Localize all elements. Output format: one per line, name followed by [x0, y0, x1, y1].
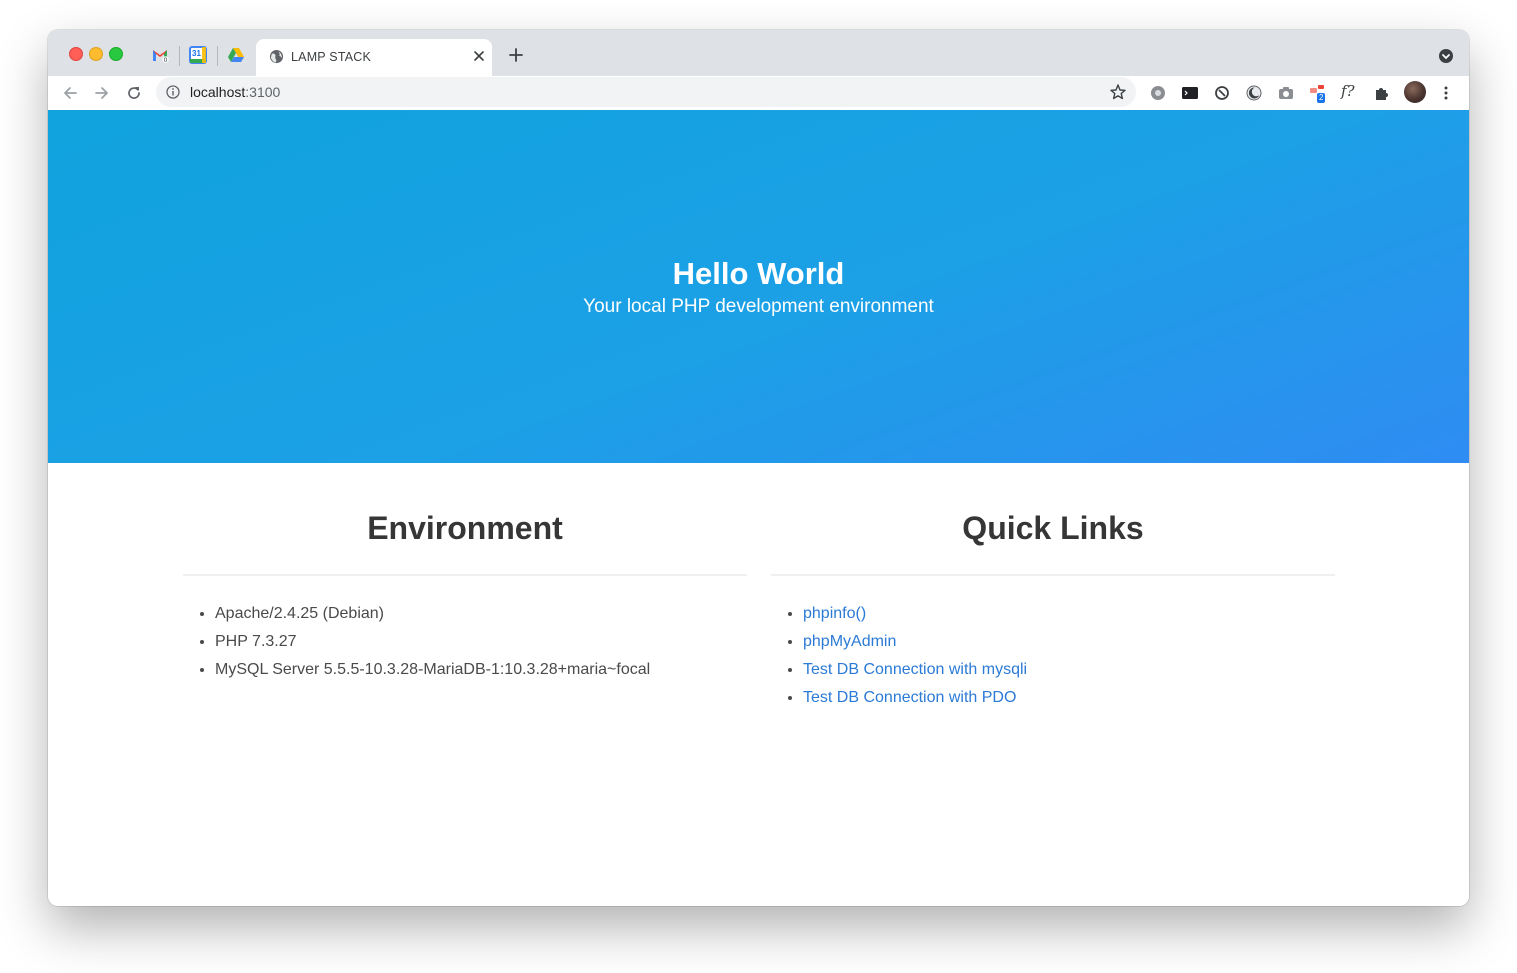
quick-links-list: phpinfo() phpMyAdmin Test DB Connection …	[771, 600, 1335, 712]
site-info-icon[interactable]	[166, 85, 180, 99]
tab-lamp-stack[interactable]: LAMP STACK	[256, 39, 492, 76]
environment-divider	[183, 574, 747, 576]
url-port: :3100	[245, 84, 281, 100]
tab-separator	[217, 46, 218, 66]
reload-icon[interactable]	[125, 84, 143, 102]
new-tab-icon[interactable]	[508, 47, 524, 63]
bookmark-star-icon[interactable]	[1109, 83, 1127, 101]
terminal-extension-icon[interactable]	[1181, 84, 1199, 102]
back-arrow-icon[interactable]	[61, 84, 79, 102]
profile-avatar[interactable]	[1404, 81, 1426, 103]
browser-window: 0 31 LAMP STACK localhost:3100 2 f? Hell…	[48, 30, 1469, 906]
environment-item-php: PHP 7.3.27	[215, 628, 747, 656]
hero-title: Hello World	[672, 256, 845, 291]
environment-list: Apache/2.4.25 (Debian) PHP 7.3.27 MySQL …	[183, 600, 747, 684]
list-item: Test DB Connection with PDO	[803, 684, 1335, 712]
browser-toolbar: localhost:3100 2 f?	[48, 76, 1469, 111]
quick-links-heading: Quick Links	[962, 510, 1144, 546]
gmail-icon[interactable]: 0	[151, 46, 169, 64]
phpinfo-link[interactable]: phpinfo()	[803, 605, 866, 622]
function-extension-icon[interactable]: f?	[1341, 82, 1355, 100]
list-item: phpinfo()	[803, 600, 1335, 628]
drive-icon[interactable]	[227, 46, 245, 64]
list-item: phpMyAdmin	[803, 628, 1335, 656]
address-bar[interactable]: localhost:3100	[156, 77, 1136, 107]
mindmap-extension-icon[interactable]: 2	[1309, 84, 1327, 103]
forward-arrow-icon[interactable]	[93, 84, 111, 102]
tab-strip: 0 31 LAMP STACK	[48, 30, 1469, 76]
quick-links-divider	[771, 574, 1335, 576]
hero-banner: Hello World Your local PHP development e…	[48, 110, 1469, 463]
tab-separator	[179, 46, 180, 66]
more-menu-icon[interactable]	[1437, 84, 1455, 102]
globe-icon	[269, 49, 284, 64]
camera-extension-icon[interactable]	[1277, 84, 1295, 102]
environment-section: Environment Apache/2.4.25 (Debian) PHP 7…	[183, 463, 747, 684]
maximize-window-button[interactable]	[109, 47, 123, 61]
test-pdo-link[interactable]: Test DB Connection with PDO	[803, 689, 1016, 706]
tab-search-icon[interactable]	[1438, 48, 1454, 64]
quick-links-section: Quick Links phpinfo() phpMyAdmin Test DB…	[771, 463, 1335, 712]
environment-item-mysql: MySQL Server 5.5.5-10.3.28-MariaDB-1:10.…	[215, 656, 747, 684]
url-host: localhost	[190, 84, 246, 100]
tab-title: LAMP STACK	[291, 50, 372, 64]
puzzle-extensions-icon[interactable]	[1373, 84, 1391, 102]
environment-item-apache: Apache/2.4.25 (Debian)	[215, 600, 747, 628]
dark-mode-extension-icon[interactable]	[1245, 84, 1263, 102]
list-item: Test DB Connection with mysqli	[803, 656, 1335, 684]
calendar-icon[interactable]: 31	[189, 46, 207, 64]
url-text: localhost:3100	[190, 84, 280, 100]
extension-badge: 2	[1317, 93, 1326, 103]
settings-extension-icon[interactable]	[1149, 84, 1167, 102]
environment-heading: Environment	[367, 510, 563, 546]
sync-extension-icon[interactable]	[1213, 84, 1231, 102]
close-tab-icon[interactable]	[472, 49, 486, 63]
svg-text:0: 0	[164, 57, 168, 64]
close-window-button[interactable]	[69, 47, 83, 61]
minimize-window-button[interactable]	[89, 47, 103, 61]
test-mysqli-link[interactable]: Test DB Connection with mysqli	[803, 661, 1027, 678]
page-content: Hello World Your local PHP development e…	[48, 110, 1469, 906]
calendar-day-label: 31	[192, 49, 201, 58]
hero-subtitle: Your local PHP development environment	[583, 296, 934, 317]
phpmyadmin-link[interactable]: phpMyAdmin	[803, 633, 896, 650]
